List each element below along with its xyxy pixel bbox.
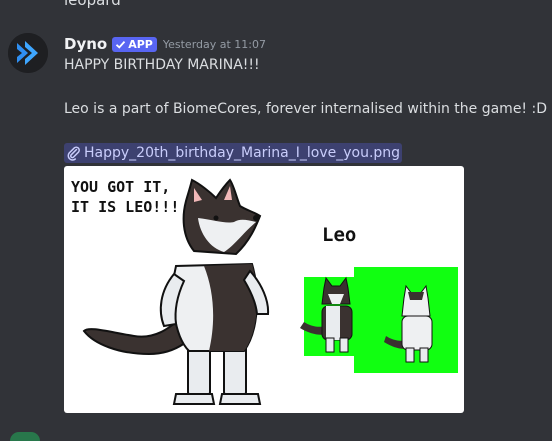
app-badge: APP — [112, 36, 157, 52]
message-line: Leo is a part of BiomeCores, forever int… — [64, 101, 547, 117]
paperclip-icon — [67, 146, 80, 161]
username[interactable]: Dyno — [64, 35, 107, 53]
message-line: HAPPY BIRTHDAY MARINA!!! — [64, 57, 260, 73]
message-header: Dyno APP Yesterday at 11:07 — [64, 35, 266, 53]
chat-view: leopard Dyno APP Yesterday at 11:07 HAPP… — [0, 0, 552, 441]
badge-label: APP — [128, 37, 153, 51]
previous-message-text: leopard — [64, 0, 121, 9]
dyno-logo-icon — [8, 33, 48, 73]
attachment-image[interactable]: YOU GOT IT, IT IS LEO!!! Leo — [64, 166, 464, 413]
timestamp[interactable]: Yesterday at 11:07 — [163, 38, 266, 51]
avatar[interactable] — [8, 33, 48, 73]
checkmark-icon — [116, 40, 126, 49]
attachment-filename: Happy_20th_birthday_Marina_I_love_you.pn… — [84, 145, 401, 161]
wolf-illustration — [82, 178, 458, 405]
next-message-avatar-edge — [10, 432, 40, 441]
attachment-link[interactable]: Happy_20th_birthday_Marina_I_love_you.pn… — [64, 143, 403, 163]
